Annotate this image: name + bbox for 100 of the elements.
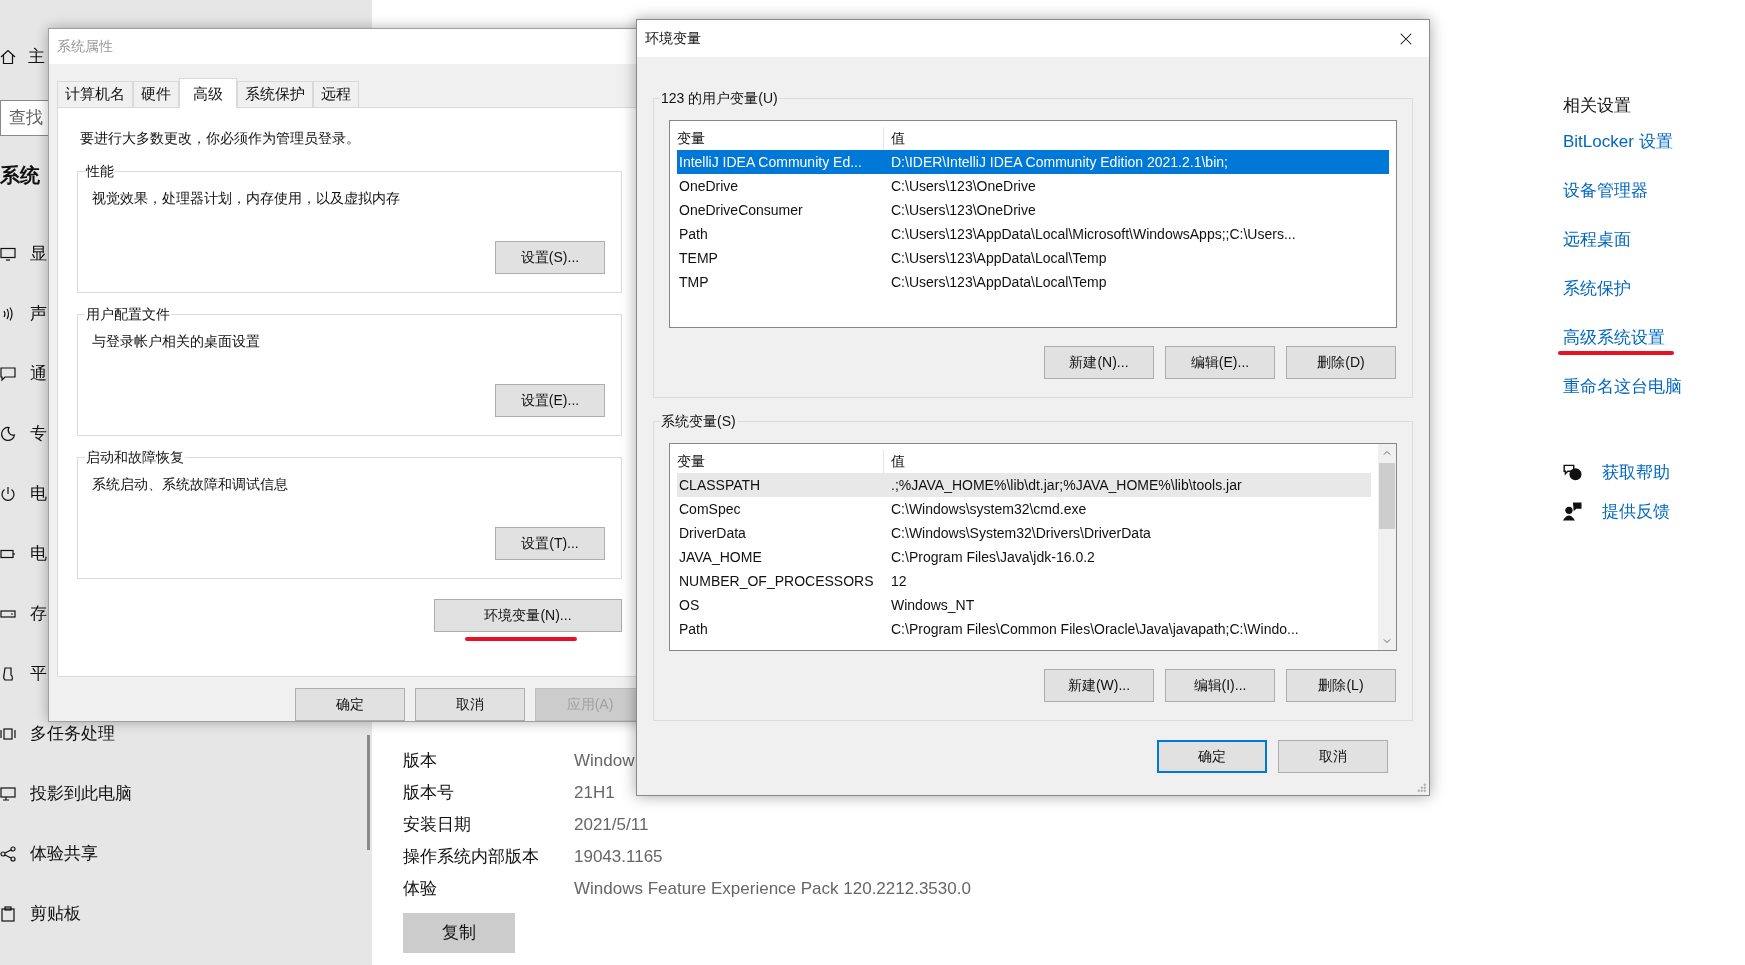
copy-button[interactable]: 复制 bbox=[403, 913, 515, 953]
link[interactable]: 提供反馈 bbox=[1602, 498, 1670, 525]
help-chat-icon bbox=[1563, 463, 1582, 482]
nav-item[interactable]: 投影到此电脑 bbox=[0, 781, 132, 807]
moon-icon bbox=[0, 426, 16, 442]
table-cell-text: Path bbox=[678, 619, 709, 639]
button[interactable]: 环境变量(N)... bbox=[434, 599, 622, 632]
table-cell-text: D:\IDER\IntelliJ IDEA Community Edition 2021.2.1\bin; bbox=[890, 152, 1228, 172]
info-value: Window bbox=[574, 750, 636, 773]
column-header[interactable]: 值 bbox=[884, 451, 905, 472]
list-row[interactable]: NUMBER_OF_PROCESSORS 12 bbox=[677, 569, 1371, 593]
tab[interactable]: 远程 bbox=[313, 81, 359, 107]
nav-item[interactable]: 通 bbox=[0, 361, 47, 387]
list-row[interactable]: IntelliJ IDEA Community Ed... D:\IDER\IntelliJ IDEA Community Edition 2021.2.1\bin; bbox=[677, 150, 1389, 174]
table-cell-text: C:\Users\123\AppData\Local\Temp bbox=[890, 248, 1107, 268]
group-title: 123 的用户变量(U) bbox=[660, 88, 779, 108]
table-cell-text: Windows_NT bbox=[890, 595, 975, 615]
clipboard-icon bbox=[0, 906, 16, 922]
list-row[interactable]: OS Windows_NT bbox=[677, 593, 1371, 617]
info-label: 安装日期 bbox=[403, 814, 472, 837]
scrollbar[interactable] bbox=[367, 735, 370, 850]
button[interactable]: 新建(W)... bbox=[1044, 669, 1154, 702]
table-cell-text: C:\Users\123\OneDrive bbox=[890, 200, 1036, 220]
nav-item[interactable]: 专 bbox=[0, 421, 47, 447]
list-row[interactable]: OneDrive C:\Users\123\OneDrive bbox=[677, 174, 1389, 198]
nav-item[interactable]: 显 bbox=[0, 241, 47, 267]
list-row[interactable]: DriverData C:\Windows\System32\Drivers\DriverData bbox=[677, 521, 1371, 545]
button[interactable]: 编辑(E)... bbox=[1165, 346, 1275, 379]
table-cell-text: C:\Windows\system32\cmd.exe bbox=[890, 499, 1087, 519]
table-cell-text: .;%JAVA_HOME%\lib\dt.jar;%JAVA_HOME%\lib\tools.jar bbox=[890, 475, 1242, 495]
table-cell-text: C:\Users\123\OneDrive bbox=[890, 176, 1036, 196]
table-cell-text: C:\Program Files\Common Files\Oracle\Java\javapath;C:\Windo... bbox=[890, 619, 1299, 639]
link[interactable]: 设备管理器 bbox=[1563, 177, 1648, 204]
info-label: 体验 bbox=[403, 878, 438, 901]
nav-item[interactable]: 声 bbox=[0, 301, 47, 327]
tab[interactable]: 系统保护 bbox=[237, 81, 313, 107]
close-icon bbox=[1399, 31, 1413, 46]
button[interactable]: 确定 bbox=[295, 688, 405, 721]
button[interactable]: 删除(L) bbox=[1286, 669, 1396, 702]
link[interactable]: 高级系统设置 bbox=[1563, 324, 1665, 351]
button[interactable]: 设置(S)... bbox=[495, 241, 605, 274]
nav-item[interactable]: 体验共享 bbox=[0, 841, 98, 867]
list-row[interactable]: CLASSPATH .;%JAVA_HOME%\lib\dt.jar;%JAVA_HOME%\lib\tools.jar bbox=[677, 473, 1371, 497]
list-row[interactable]: Path C:\Program Files\Common Files\Oracle\Java\javapath;C:\Windo... bbox=[677, 617, 1371, 641]
column-header[interactable]: 值 bbox=[884, 128, 905, 149]
table-cell-text: TMP bbox=[678, 272, 710, 292]
button[interactable]: 新建(N)... bbox=[1044, 346, 1154, 379]
button[interactable]: 删除(D) bbox=[1286, 346, 1396, 379]
button[interactable]: 编辑(I)... bbox=[1165, 669, 1275, 702]
nav-item[interactable]: 平 bbox=[0, 661, 47, 687]
table-cell-text: C:\Program Files\Java\jdk-16.0.2 bbox=[890, 547, 1095, 567]
tab[interactable]: 硬件 bbox=[133, 81, 179, 107]
resize-grip-icon bbox=[1415, 781, 1427, 793]
nav-item[interactable]: 主 bbox=[0, 44, 45, 70]
table-cell-text: 12 bbox=[890, 571, 907, 591]
table-cell-text: ComSpec bbox=[678, 499, 742, 519]
multitask-icon bbox=[0, 726, 16, 742]
table-cell-text: IntelliJ IDEA Community Ed... bbox=[678, 152, 863, 172]
table-cell-text: NUMBER_OF_PROCESSORS bbox=[678, 571, 875, 591]
list-row[interactable]: OneDriveConsumer C:\Users\123\OneDrive bbox=[677, 198, 1389, 222]
list-row[interactable]: TMP C:\Users\123\AppData\Local\Temp bbox=[677, 270, 1389, 294]
scrollbar[interactable] bbox=[1378, 444, 1396, 650]
list-row[interactable]: Path C:\Users\123\AppData\Local\Microsoft\WindowsApps;;C:\Users... bbox=[677, 222, 1389, 246]
share-icon bbox=[0, 846, 16, 862]
info-label: 版本 bbox=[403, 750, 438, 773]
message-icon bbox=[0, 366, 16, 382]
table-cell-text: C:\Windows\System32\Drivers\DriverData bbox=[890, 523, 1151, 543]
scrollbar-thumb[interactable] bbox=[1379, 463, 1395, 529]
projector-icon bbox=[0, 786, 16, 802]
home-icon bbox=[0, 48, 16, 65]
nav-item[interactable]: 电 bbox=[0, 541, 47, 567]
table-cell-text: DriverData bbox=[678, 523, 747, 543]
group-title: 用户配置文件 bbox=[85, 305, 171, 323]
link[interactable]: 系统保护 bbox=[1563, 275, 1631, 302]
list-row[interactable]: JAVA_HOME C:\Program Files\Java\jdk-16.0.2 bbox=[677, 545, 1371, 569]
tab[interactable]: 高级 bbox=[179, 78, 237, 108]
table-cell-text: TEMP bbox=[678, 248, 719, 268]
group-description: 系统启动、系统故障和调试信息 bbox=[92, 475, 289, 494]
info-label: 版本号 bbox=[403, 782, 455, 805]
nav-item[interactable]: 多任务处理 bbox=[0, 721, 115, 747]
group-title: 系统变量(S) bbox=[660, 411, 737, 431]
table-cell-text: Path bbox=[678, 224, 709, 244]
nav-item[interactable]: 存 bbox=[0, 601, 47, 627]
list-row[interactable]: TEMP C:\Users\123\AppData\Local\Temp bbox=[677, 246, 1389, 270]
button[interactable]: 取消 bbox=[1278, 740, 1388, 773]
tab[interactable]: 计算机名 bbox=[57, 81, 133, 107]
list-row[interactable]: ComSpec C:\Windows\system32\cmd.exe bbox=[677, 497, 1371, 521]
button[interactable]: 设置(E)... bbox=[495, 384, 605, 417]
button[interactable]: 设置(T)... bbox=[495, 527, 605, 560]
link[interactable]: 获取帮助 bbox=[1602, 459, 1670, 486]
link[interactable]: 远程桌面 bbox=[1563, 226, 1631, 253]
nav-item[interactable]: 剪贴板 bbox=[0, 901, 81, 927]
info-value: 2021/5/11 bbox=[574, 814, 650, 837]
table-cell-text: OS bbox=[678, 595, 701, 615]
link[interactable]: 重命名这台电脑 bbox=[1563, 373, 1682, 400]
button[interactable]: 确定 bbox=[1157, 740, 1267, 773]
link[interactable]: BitLocker 设置 bbox=[1563, 128, 1673, 155]
window-title: 系统属性 bbox=[57, 37, 113, 56]
button[interactable]: 取消 bbox=[415, 688, 525, 721]
nav-item[interactable]: 电 bbox=[0, 481, 47, 507]
